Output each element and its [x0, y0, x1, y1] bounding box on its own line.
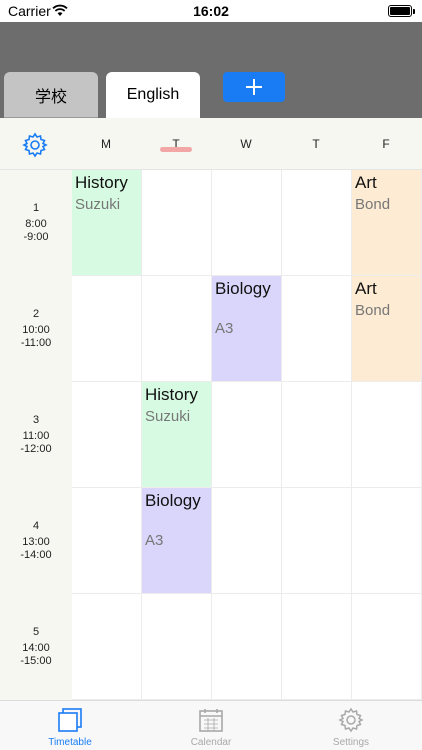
timetable-cell[interactable]	[212, 170, 282, 276]
timetable-cell[interactable]	[282, 170, 352, 276]
timetable-cell[interactable]	[352, 488, 422, 594]
tab-school[interactable]: 学校	[4, 72, 98, 118]
lesson-subject: Art	[355, 173, 377, 192]
lesson-teacher: Bond	[355, 196, 391, 213]
lesson-card[interactable]: History Suzuki	[142, 382, 211, 487]
period-end-time: -11:00	[20, 337, 52, 349]
timetable-cell[interactable]	[352, 382, 422, 488]
period-end-time: -15:00	[20, 655, 52, 667]
period-label: 2 10:00 -11:00	[0, 308, 72, 350]
timetable-cell[interactable]	[72, 382, 142, 488]
lesson-room: A3	[215, 320, 234, 337]
period-start-time: 10:00	[22, 324, 50, 336]
add-timetable-button[interactable]	[223, 72, 285, 102]
tab-bar-calendar[interactable]: Calendar	[141, 701, 281, 750]
timetable-cell[interactable]	[282, 276, 352, 382]
tab-label: English	[126, 86, 180, 103]
period-label: 4 13:00 -14:00	[0, 520, 72, 562]
timetable-cell[interactable]	[212, 488, 282, 594]
today-indicator	[160, 147, 192, 152]
timetable-cell[interactable]	[212, 594, 282, 700]
tab-bar: Timetable Calendar Settings	[0, 700, 422, 750]
lesson-card[interactable]: Art Bond	[352, 170, 421, 275]
period-start-time: 14:00	[22, 642, 50, 654]
day-header-row: M T W T F	[0, 118, 422, 170]
period-number: 4	[32, 520, 40, 532]
timetable-cell[interactable]	[142, 276, 212, 382]
timetable-grid: 1 8:00 -9:00 2 10:00 -11:00 3 11:00 -12:00 4 13:00…	[0, 170, 422, 700]
tab-bar-settings[interactable]: Settings	[281, 701, 421, 750]
lesson-teacher: Suzuki	[145, 408, 191, 425]
lesson-teacher: Bond	[355, 302, 391, 319]
lesson-room: A3	[145, 532, 164, 549]
lesson-card[interactable]: Art Bond	[352, 276, 421, 381]
timetable-cell[interactable]	[72, 276, 142, 382]
timetable-cell[interactable]	[142, 594, 212, 700]
day-label-wednesday: W	[240, 137, 252, 151]
period-end-time: -14:00	[20, 549, 52, 561]
lesson-teacher: Suzuki	[75, 196, 121, 213]
plus-icon	[246, 79, 262, 95]
timetable-cell[interactable]	[282, 594, 352, 700]
period-start-time: 11:00	[22, 430, 50, 442]
lesson-subject: Biology	[215, 279, 271, 298]
period-start-time: 13:00	[22, 536, 50, 548]
tab-bar-label: Settings	[332, 737, 370, 748]
tab-bar-timetable[interactable]: Timetable	[0, 701, 140, 750]
tab-bar-label: Timetable	[48, 737, 92, 748]
lesson-subject: History	[75, 173, 128, 192]
settings-icon	[338, 707, 364, 733]
tab-bar-label: Calendar	[190, 737, 232, 748]
timetable-cell[interactable]	[142, 170, 212, 276]
tab-english[interactable]: English	[106, 72, 200, 118]
timetable-cell[interactable]	[72, 488, 142, 594]
lesson-card[interactable]: History Suzuki	[72, 170, 141, 275]
day-label-friday: F	[382, 137, 390, 151]
battery-icon	[388, 5, 415, 17]
lesson-card[interactable]: Biology A3	[212, 276, 281, 381]
status-bar: Carrier 16:02	[0, 0, 422, 22]
header: 学校 English	[0, 22, 422, 118]
timetable-cell[interactable]	[282, 488, 352, 594]
clock: 16:02	[193, 3, 229, 19]
period-label: 1 8:00 -9:00	[0, 202, 72, 244]
period-end-time: -9:00	[23, 231, 49, 243]
period-end-time: -12:00	[20, 443, 52, 455]
lesson-subject: Biology	[145, 491, 201, 510]
period-label: 3 11:00 -12:00	[0, 414, 72, 456]
day-label-monday: M	[101, 137, 111, 151]
timetable-icon	[58, 708, 82, 732]
timetable-cell[interactable]	[282, 382, 352, 488]
timetable-cell[interactable]	[212, 382, 282, 488]
period-label: 5 14:00 -15:00	[0, 626, 72, 668]
lesson-card[interactable]: Biology A3	[142, 488, 211, 593]
lesson-subject: History	[145, 385, 198, 404]
timetable-cell[interactable]	[72, 594, 142, 700]
lesson-subject: Art	[355, 279, 377, 298]
calendar-icon	[199, 709, 223, 732]
day-label-thursday: T	[312, 137, 320, 151]
period-number: 1	[32, 202, 40, 214]
period-number: 5	[32, 626, 40, 638]
timetable-cell[interactable]	[352, 594, 422, 700]
period-number: 3	[32, 414, 40, 426]
settings-gear-button[interactable]	[22, 132, 48, 158]
period-number: 2	[32, 308, 40, 320]
period-column: 1 8:00 -9:00 2 10:00 -11:00 3 11:00 -12:00 4 13:00…	[0, 170, 72, 700]
period-start-time: 8:00	[25, 218, 47, 230]
tab-label: 学校	[34, 88, 67, 106]
